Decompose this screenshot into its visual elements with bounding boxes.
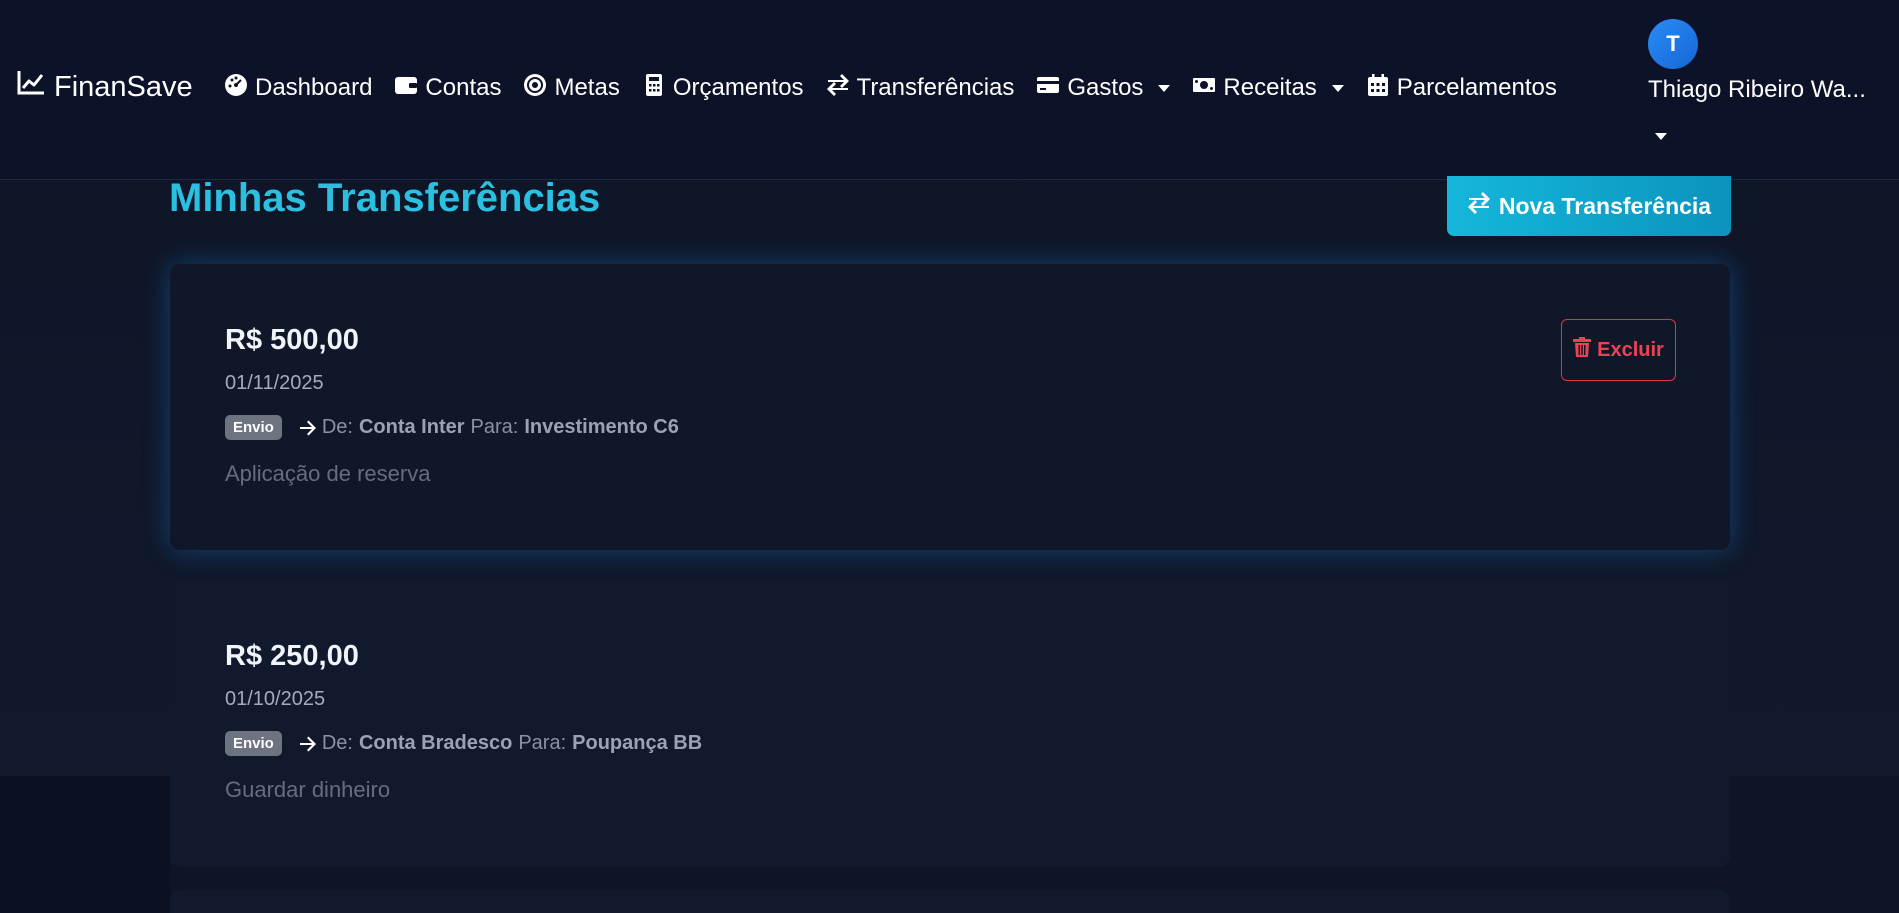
to-account: Investimento C6 <box>524 416 679 438</box>
nav-item-gastos[interactable]: Gastos <box>1036 73 1171 104</box>
page-title: Minhas Transferências <box>169 176 601 220</box>
transfer-type-badge: Envio <box>225 415 282 440</box>
page-background-corner <box>0 776 170 913</box>
money-bill-icon <box>1192 73 1216 104</box>
transfer-description: Guardar dinheiro <box>225 777 391 802</box>
calculator-icon <box>642 73 666 104</box>
nav-item-orcamentos[interactable]: Orçamentos <box>642 73 804 104</box>
target-icon <box>523 73 547 104</box>
nav-item-label: Contas <box>425 74 502 101</box>
nav-item-dashboard[interactable]: Dashboard <box>224 73 372 104</box>
brand-link[interactable]: FinanSave <box>16 70 193 104</box>
new-transfer-button[interactable]: Nova Transferência <box>1447 176 1731 236</box>
nav-menu: Dashboard Contas Metas Orçamentos Transf… <box>224 72 1579 104</box>
exchange-icon <box>1467 191 1491 221</box>
delete-button[interactable]: Excluir <box>1561 319 1676 381</box>
chart-line-icon <box>16 69 46 105</box>
arrow-right-icon <box>298 418 318 438</box>
brand-name: FinanSave <box>54 70 193 103</box>
nav-item-metas[interactable]: Metas <box>523 73 620 104</box>
to-account: Poupança BB <box>572 732 703 754</box>
chevron-down-icon <box>1655 133 1667 140</box>
transfer-card: R$ 500,00 01/11/2025 Envio De: Conta Int… <box>170 264 1730 550</box>
to-label: Para: <box>470 416 519 438</box>
nav-item-label: Metas <box>554 74 620 101</box>
from-account: Conta Bradesco <box>358 732 513 754</box>
from-label: De: <box>321 416 353 438</box>
nav-item-label: Parcelamentos <box>1396 74 1557 101</box>
nav-item-label: Dashboard <box>255 74 373 101</box>
user-menu[interactable]: T Thiago Ribeiro Wa... <box>1648 19 1888 149</box>
delete-label: Excluir <box>1597 338 1664 361</box>
new-transfer-label: Nova Transferência <box>1498 192 1712 219</box>
transfer-route: Envio De: Conta Inter Para: Investimento… <box>225 415 679 440</box>
transfer-date: 01/10/2025 <box>225 688 326 710</box>
navbar: FinanSave Dashboard Contas Metas Orçamen… <box>0 0 1899 180</box>
chevron-down-icon <box>1158 84 1171 92</box>
user-name: Thiago Ribeiro Wa... <box>1648 76 1866 103</box>
chevron-down-icon <box>1331 84 1344 92</box>
trash-icon <box>1573 337 1592 363</box>
transfer-date: 01/11/2025 <box>225 372 324 394</box>
credit-card-icon <box>1036 73 1060 104</box>
nav-item-label: Receitas <box>1223 74 1317 101</box>
avatar: T <box>1648 19 1698 69</box>
from-account: Conta Inter <box>358 416 465 438</box>
to-label: Para: <box>518 732 567 754</box>
nav-item-receitas[interactable]: Receitas <box>1192 73 1344 104</box>
nav-item-parcelamentos[interactable]: Parcelamentos <box>1366 73 1557 104</box>
arrow-right-icon <box>298 734 318 754</box>
from-label: De: <box>321 732 353 754</box>
exchange-icon <box>826 73 850 104</box>
transfer-card <box>170 890 1730 913</box>
transfer-type-badge: Envio <box>225 731 282 756</box>
transfer-card: R$ 250,00 01/10/2025 Envio De: Conta Bra… <box>170 580 1730 867</box>
nav-item-label: Transferências <box>856 74 1015 101</box>
nav-item-transferencias[interactable]: Transferências <box>826 73 1015 104</box>
gauge-icon <box>224 73 248 104</box>
calendar-icon <box>1366 73 1390 104</box>
nav-item-contas[interactable]: Contas <box>394 73 501 104</box>
nav-item-label: Orçamentos <box>672 74 804 101</box>
transfer-amount: R$ 250,00 <box>225 640 359 672</box>
transfer-route: Envio De: Conta Bradesco Para: Poupança … <box>225 731 702 756</box>
transfer-amount: R$ 500,00 <box>225 324 359 356</box>
wallet-icon <box>394 73 418 104</box>
transfer-description: Aplicação de reserva <box>225 461 431 486</box>
nav-item-label: Gastos <box>1067 74 1144 101</box>
